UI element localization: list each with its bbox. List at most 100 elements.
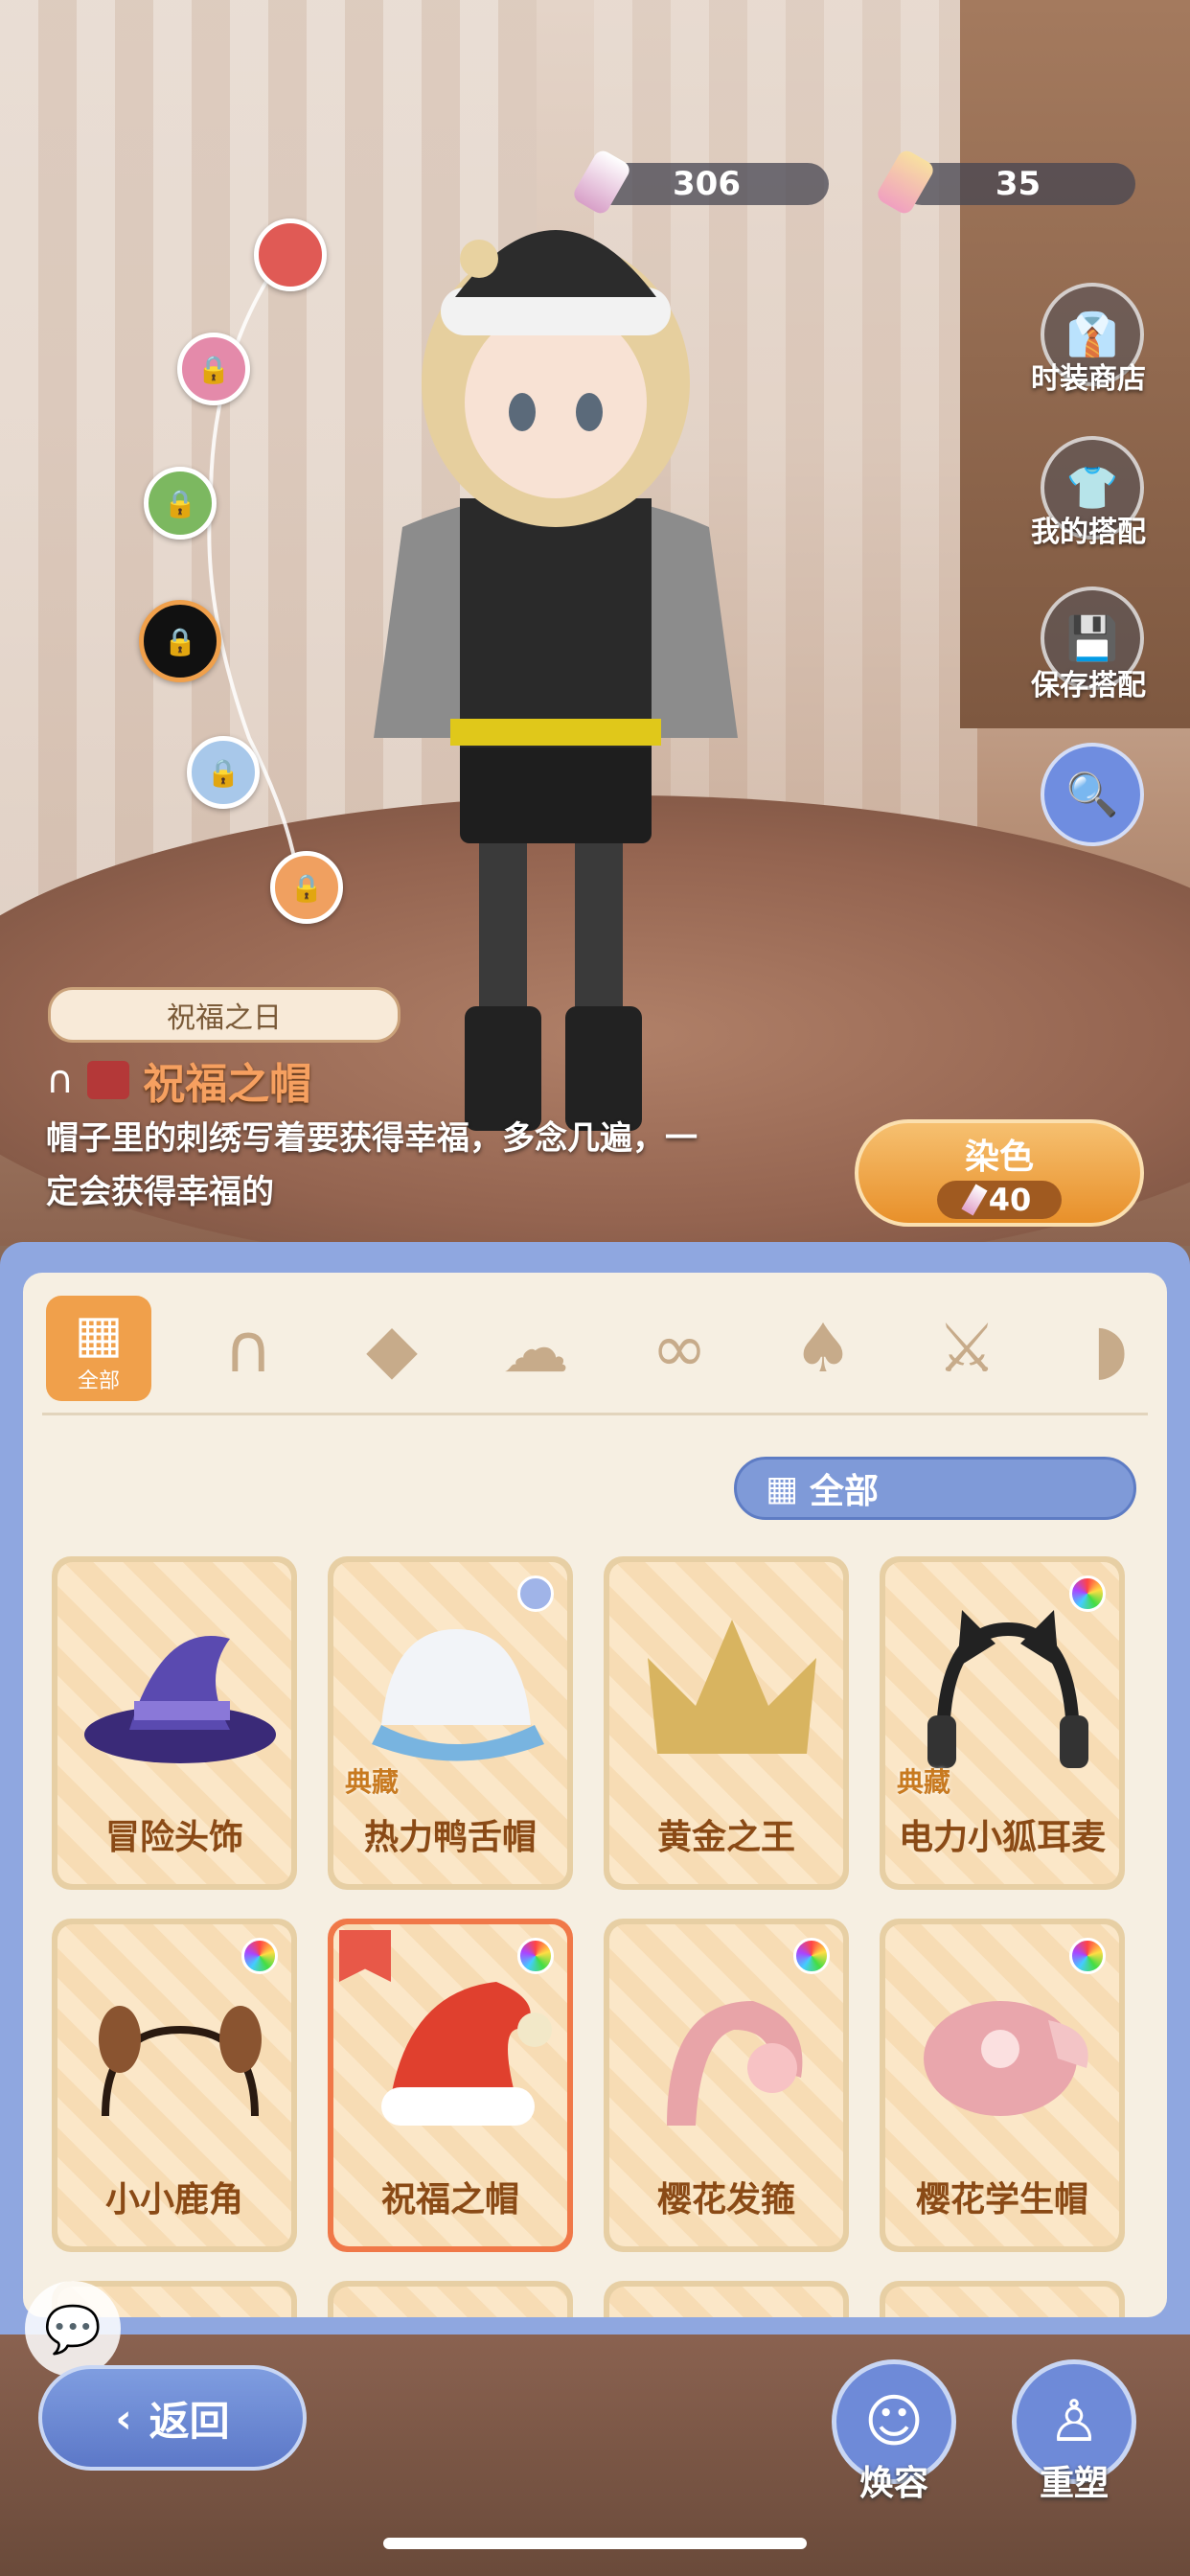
slot-path-line (207, 247, 299, 873)
hair-icon[interactable]: ☁ (483, 1296, 588, 1401)
item-description: 帽子里的刺绣写着要获得幸福，多念几遍，一 定会获得幸福的 (46, 1112, 832, 1219)
item-name: 黄金之王 (656, 1818, 795, 1857)
slot-node-orange[interactable]: 🔒 (270, 851, 343, 924)
back-arrow-icon: ‹ (115, 2394, 132, 2442)
item-name: 樱花学生帽 (915, 2180, 1088, 2220)
item-card[interactable]: 樱花发箍 (604, 1919, 849, 2252)
top-icon[interactable]: ♠ (770, 1296, 876, 1401)
item-name: 冒险头饰 (104, 1818, 243, 1857)
item-card[interactable]: 小小鹿角 (52, 1919, 297, 2252)
item-description-line1: 帽子里的刺绣写着要获得幸福，多念几遍，一 (46, 1119, 698, 1158)
face-change-label: 焕容 (858, 2464, 928, 2503)
filter-dropdown[interactable]: ▦ 全部 (734, 1457, 1136, 1520)
slot-node-black-selected[interactable]: 🔒 (139, 600, 221, 682)
sakura-headband-icon (667, 2001, 803, 2126)
item-tag: 典藏 (897, 1766, 951, 1798)
dye-button[interactable]: 染色 40 (855, 1119, 1144, 1227)
dye-cost: 40 (937, 1181, 1062, 1219)
dye-cost-value: 40 (988, 1182, 1032, 1218)
rainbow-dot (517, 1938, 554, 1974)
save-icon: 💾 (1065, 614, 1119, 663)
item-card-partial[interactable] (880, 2281, 1125, 2317)
antlers-icon (99, 2006, 262, 2117)
item-card-partial[interactable] (328, 2281, 573, 2317)
item-card[interactable]: 典藏 电力小狐耳麦 (880, 1556, 1125, 1890)
category-all[interactable]: ▦ 全部 (46, 1296, 151, 1401)
all-icon: ▦ (74, 1302, 124, 1364)
santa-hat-icon (381, 1982, 552, 2126)
item-card[interactable]: 樱花学生帽 (880, 1919, 1125, 2252)
wardrobe-panel-inner: ▦ 全部 ∩ ◆ ☁ ∞ ♠ ⚔ ◗ ▦ 全部 冒险头饰 典藏 热力鸭舌帽 黄金… (23, 1273, 1167, 2317)
more-icon[interactable]: ◗ (1058, 1296, 1163, 1401)
home-indicator[interactable] (383, 2538, 807, 2549)
lock-icon: 🔒 (163, 487, 197, 519)
selected-item-title: ∩ 祝福之帽 (46, 1049, 311, 1111)
wardrobe-hanger-icon: 👕 (1065, 464, 1119, 513)
headwear-icon: ∩ (46, 1058, 75, 1102)
witch-hat-icon (84, 1636, 276, 1763)
item-name: 热力鸭舌帽 (363, 1818, 537, 1857)
item-name: 祝福之帽 (380, 2180, 519, 2220)
lock-icon: 🔒 (196, 353, 231, 385)
eye-mask-icon[interactable]: ∞ (627, 1296, 732, 1401)
currency-secondary-value: 35 (995, 165, 1041, 203)
outfit-set-name: 祝福之日 (167, 1001, 282, 1035)
back-button[interactable]: ‹ 返回 (38, 2365, 307, 2471)
outfit-set-pill[interactable]: 祝福之日 (48, 987, 400, 1043)
item-card-partial[interactable] (604, 2281, 849, 2317)
item-tag: 典藏 (345, 1766, 400, 1798)
slot-node-red[interactable] (254, 218, 327, 291)
currency-primary-value: 306 (673, 165, 741, 203)
brand-badge-icon (87, 1061, 130, 1099)
dye-bottle-icon (961, 1184, 988, 1216)
rainbow-dot (1069, 1938, 1106, 1974)
item-name: 小小鹿角 (104, 2180, 243, 2220)
reshape-label: 重塑 (1039, 2464, 1109, 2503)
slot-node-green[interactable]: 🔒 (144, 467, 217, 540)
face-icon: ☺ (863, 2388, 925, 2455)
rainbow-dot (241, 1938, 278, 1974)
dye-label: 染色 (964, 1138, 1034, 1177)
save-outfit-label: 保存搭配 (1031, 669, 1146, 702)
cat-headphones-icon (927, 1610, 1088, 1768)
category-bar: ▦ 全部 ∩ ◆ ☁ ∞ ♠ ⚔ ◗ (23, 1273, 1167, 1416)
lock-icon: 🔒 (289, 871, 324, 904)
item-description-line2: 定会获得幸福的 (46, 1173, 274, 1211)
category-divider (42, 1413, 1148, 1415)
rainbow-dot (793, 1938, 830, 1974)
fox-mask-icon[interactable]: ◆ (339, 1296, 445, 1401)
sakura-student-cap-icon (924, 2001, 1088, 2116)
fashion-shop-label: 时装商店 (1031, 362, 1146, 396)
chat-bubble-button[interactable]: 💬 (25, 2281, 121, 2377)
cap-icon (372, 1629, 544, 1761)
sword-icon[interactable]: ⚔ (914, 1296, 1019, 1401)
wardrobe-panel: ▦ 全部 ∩ ◆ ☁ ∞ ♠ ⚔ ◗ ▦ 全部 冒险头饰 典藏 热力鸭舌帽 黄金… (0, 1242, 1190, 2334)
item-card[interactable]: 典藏 热力鸭舌帽 (328, 1556, 573, 1890)
lock-icon: 🔒 (163, 625, 197, 657)
item-card[interactable]: 冒险头饰 (52, 1556, 297, 1890)
cat-ears-icon[interactable]: ∩ (195, 1296, 301, 1401)
zoom-button[interactable]: 🔍 (1041, 743, 1144, 846)
item-card-selected[interactable]: 祝福之帽 (328, 1919, 573, 2252)
grid-icon: ▦ (766, 1468, 799, 1508)
body-icon: ♙ (1048, 2388, 1100, 2455)
currency-secondary: 35 (901, 163, 1135, 205)
my-outfits-label: 我的搭配 (1031, 516, 1146, 549)
rainbow-dot (1069, 1576, 1106, 1612)
category-all-label: 全部 (77, 1368, 120, 1393)
zoom-in-icon: 🔍 (1065, 770, 1119, 819)
chat-icon: 💬 (44, 2302, 102, 2357)
lock-icon: 🔒 (206, 756, 240, 789)
back-label: 返回 (149, 2397, 230, 2445)
slot-node-blue[interactable]: 🔒 (187, 736, 260, 809)
item-name: 樱花发箍 (656, 2180, 795, 2220)
color-dot (517, 1576, 554, 1612)
character-avatar[interactable] (335, 182, 776, 1198)
fashion-shop-icon: 👔 (1065, 310, 1119, 359)
item-card[interactable]: 黄金之王 (604, 1556, 849, 1890)
gold-crown-icon (648, 1620, 816, 1754)
slot-node-pink[interactable]: 🔒 (177, 333, 250, 405)
item-name: 电力小狐耳麦 (898, 1818, 1106, 1857)
filter-label: 全部 (810, 1472, 880, 1511)
selected-item-name: 祝福之帽 (143, 1060, 312, 1109)
